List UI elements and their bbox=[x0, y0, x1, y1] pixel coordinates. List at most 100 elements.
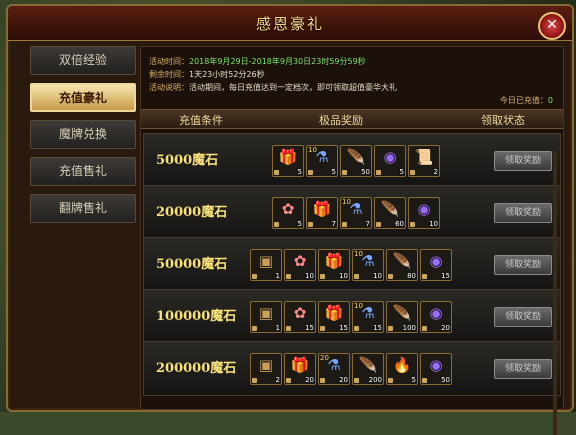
reward-item-exp-potion[interactable]: ⚗ 10 15 bbox=[352, 301, 384, 333]
lock-icon bbox=[354, 274, 359, 279]
close-button[interactable]: ✕ bbox=[538, 12, 566, 40]
reward-item-lotus[interactable]: ✿ 10 bbox=[284, 249, 316, 281]
recharged-value: 0 bbox=[547, 96, 553, 105]
sidebar-tab-1[interactable]: 双倍经验 bbox=[30, 46, 136, 75]
treasure-chest-icon: ▣ bbox=[258, 356, 274, 374]
exp-orb-icon: ◉ bbox=[429, 304, 443, 322]
reward-item-gift-box[interactable]: 🎁 10 bbox=[318, 249, 350, 281]
claim-reward-button[interactable]: 领取奖励 bbox=[494, 203, 552, 223]
event-info: 活动时间：2018年9月29日-2018年9月30日23时59分59秒 剩余时间… bbox=[149, 55, 555, 101]
item-count: 15 bbox=[441, 272, 450, 280]
reward-item-gift-box[interactable]: 🎁 20 bbox=[284, 353, 316, 385]
feather-icon: 🪶 bbox=[392, 304, 412, 322]
exp-orb-icon: ◉ bbox=[429, 252, 443, 270]
scroll-icon: 📜 bbox=[414, 148, 434, 166]
close-icon: ✕ bbox=[546, 17, 558, 33]
reward-item-exp-orb[interactable]: ◉ 15 bbox=[420, 249, 452, 281]
reward-item-feather[interactable]: 🪶 50 bbox=[340, 145, 372, 177]
lock-icon bbox=[308, 170, 313, 175]
reward-item-gift-box[interactable]: 🎁 7 bbox=[306, 197, 338, 229]
reward-item-exp-orb[interactable]: ◉ 10 bbox=[408, 197, 440, 229]
reward-item-scroll[interactable]: 📜 2 bbox=[408, 145, 440, 177]
sidebar: 双倍经验充值豪礼魔牌兑换充值售礼翻牌售礼 bbox=[30, 46, 136, 231]
item-badge: 10 bbox=[342, 198, 351, 206]
reward-row: 20000魔石 ✿ 5 🎁 7 ⚗ 10 7 🪶 60 ◉ 10 领取奖励 bbox=[143, 185, 561, 240]
lock-icon bbox=[320, 274, 325, 279]
item-badge: 10 bbox=[354, 250, 363, 258]
reward-item-gift-box[interactable]: 🎁 5 bbox=[272, 145, 304, 177]
reward-item-exp-orb[interactable]: ◉ 50 bbox=[420, 353, 452, 385]
item-count: 10 bbox=[429, 220, 438, 228]
reward-item-feather[interactable]: 🪶 60 bbox=[374, 197, 406, 229]
item-count: 2 bbox=[433, 168, 438, 176]
table-header: 充值条件 极品奖励 领取状态 bbox=[141, 109, 563, 129]
reward-item-feather[interactable]: 🪶 80 bbox=[386, 249, 418, 281]
reward-item-treasure-chest[interactable]: ▣ 1 bbox=[250, 249, 282, 281]
item-count: 2 bbox=[275, 376, 280, 384]
reward-item-treasure-chest[interactable]: ▣ 2 bbox=[250, 353, 282, 385]
sidebar-tab-2[interactable]: 充值豪礼 bbox=[30, 83, 136, 112]
gift-box-icon: 🎁 bbox=[324, 304, 344, 322]
item-badge: 10 bbox=[354, 302, 363, 310]
treasure-chest-icon: ▣ bbox=[258, 304, 274, 322]
gift-box-icon: 🎁 bbox=[278, 148, 298, 166]
reward-item-feather[interactable]: 🪶 200 bbox=[352, 353, 384, 385]
claim-reward-button[interactable]: 领取奖励 bbox=[494, 359, 552, 379]
item-count: 7 bbox=[365, 220, 370, 228]
item-count: 5 bbox=[399, 168, 404, 176]
lotus-icon: ✿ bbox=[281, 200, 295, 218]
treasure-chest-icon: ▣ bbox=[258, 252, 274, 270]
event-panel: 活动时间：2018年9月29日-2018年9月30日23时59分59秒 剩余时间… bbox=[140, 46, 564, 435]
remain-label: 剩余时间： bbox=[149, 70, 189, 79]
lock-icon bbox=[342, 222, 347, 227]
gift-box-icon: 🎁 bbox=[324, 252, 344, 270]
item-count: 20 bbox=[339, 376, 348, 384]
lock-icon bbox=[388, 326, 393, 331]
condition-label: 5000魔石 bbox=[156, 153, 219, 168]
item-count: 15 bbox=[339, 324, 348, 332]
reward-item-exp-potion[interactable]: ⚗ 10 5 bbox=[306, 145, 338, 177]
reward-item-flame-feather[interactable]: 🔥 5 bbox=[386, 353, 418, 385]
lock-icon bbox=[410, 170, 415, 175]
event-dialog: 感恩豪礼 ✕ 双倍经验充值豪礼魔牌兑换充值售礼翻牌售礼 活动时间：2018年9月… bbox=[6, 4, 574, 435]
reward-item-treasure-chest[interactable]: ▣ 1 bbox=[250, 301, 282, 333]
time-label: 活动时间： bbox=[149, 57, 189, 66]
item-count: 80 bbox=[407, 272, 416, 280]
lock-icon bbox=[274, 222, 279, 227]
sidebar-tab-5[interactable]: 翻牌售礼 bbox=[30, 194, 136, 223]
item-badge: 20 bbox=[320, 354, 329, 362]
gift-box-icon: 🎁 bbox=[290, 356, 310, 374]
reward-item-feather[interactable]: 🪶 100 bbox=[386, 301, 418, 333]
reward-item-exp-potion[interactable]: ⚗ 10 10 bbox=[352, 249, 384, 281]
sidebar-tab-4[interactable]: 充值售礼 bbox=[30, 157, 136, 186]
reward-item-lotus[interactable]: ✿ 15 bbox=[284, 301, 316, 333]
claim-reward-button[interactable]: 领取奖励 bbox=[494, 255, 552, 275]
claim-reward-button[interactable]: 领取奖励 bbox=[494, 151, 552, 171]
reward-item-gift-box[interactable]: 🎁 15 bbox=[318, 301, 350, 333]
lock-icon bbox=[376, 222, 381, 227]
lock-icon bbox=[286, 378, 291, 383]
item-count: 100 bbox=[402, 324, 416, 332]
reward-item-lotus[interactable]: ✿ 5 bbox=[272, 197, 304, 229]
lock-icon bbox=[274, 170, 279, 175]
sidebar-tab-3[interactable]: 魔牌兑换 bbox=[30, 120, 136, 149]
reward-item-exp-orb[interactable]: ◉ 20 bbox=[420, 301, 452, 333]
reward-item-exp-potion[interactable]: ⚗ 10 7 bbox=[340, 197, 372, 229]
reward-item-exp-potion[interactable]: ⚗ 20 20 bbox=[318, 353, 350, 385]
item-count: 50 bbox=[361, 168, 370, 176]
scrollbar[interactable] bbox=[553, 151, 557, 435]
header-reward: 极品奖励 bbox=[319, 114, 363, 127]
lock-icon bbox=[286, 274, 291, 279]
claim-reward-button[interactable]: 领取奖励 bbox=[494, 307, 552, 327]
reward-item-exp-orb[interactable]: ◉ 5 bbox=[374, 145, 406, 177]
item-count: 5 bbox=[297, 220, 302, 228]
lock-icon bbox=[388, 378, 393, 383]
header-condition: 充值条件 bbox=[179, 114, 223, 127]
lock-icon bbox=[354, 378, 359, 383]
dialog-title: 感恩豪礼 bbox=[255, 15, 324, 33]
flame-feather-icon: 🔥 bbox=[392, 356, 412, 374]
item-count: 10 bbox=[373, 272, 382, 280]
exp-orb-icon: ◉ bbox=[383, 148, 397, 166]
item-count: 1 bbox=[275, 324, 280, 332]
remain-value: 1天23小时52分26秒 bbox=[189, 70, 265, 79]
